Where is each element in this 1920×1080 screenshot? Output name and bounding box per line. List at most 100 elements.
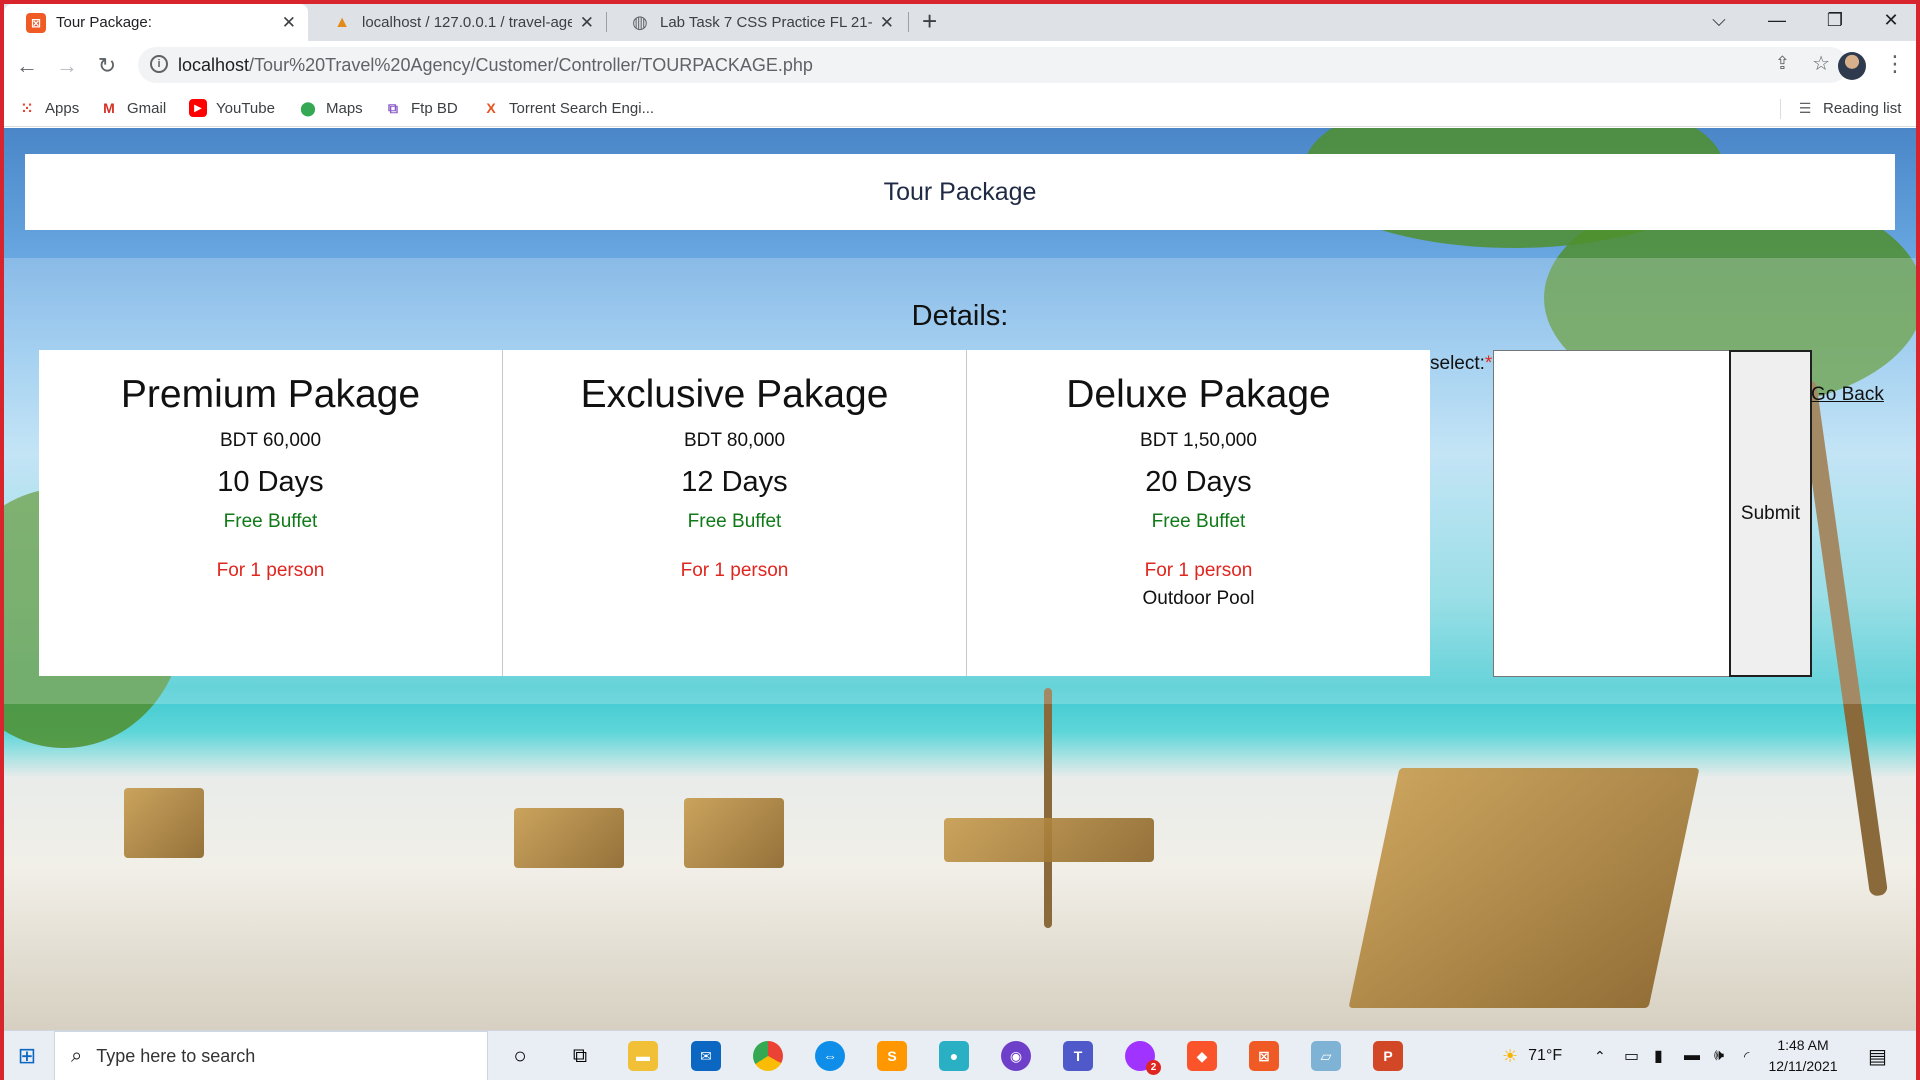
package-price: BDT 60,000 bbox=[219, 430, 322, 451]
xampp-icon[interactable]: ⊠ bbox=[1244, 1031, 1284, 1080]
bookmark-torrent[interactable]: X Torrent Search Engi... bbox=[482, 99, 654, 117]
torrent-x-icon: X bbox=[486, 100, 496, 116]
tab-phpmyadmin[interactable]: ▲ localhost / 127.0.0.1 / travel-agen ✕ bbox=[310, 4, 606, 41]
beach-chair-decoration bbox=[124, 788, 204, 858]
package-perk: Free Buffet bbox=[223, 511, 318, 532]
bookmark-star-icon[interactable]: ☆ bbox=[1812, 51, 1830, 76]
forward-icon[interactable]: → bbox=[51, 50, 83, 82]
chrome-icon[interactable] bbox=[748, 1031, 788, 1080]
cortana-icon[interactable]: ○ bbox=[500, 1031, 540, 1080]
globe-icon: ◍ bbox=[632, 12, 648, 32]
new-tab-icon[interactable]: + bbox=[922, 6, 937, 36]
bookmarks-divider bbox=[1780, 99, 1781, 119]
restore-icon[interactable]: ❐ bbox=[1806, 0, 1864, 41]
browser-toolbar: ← → ↻ i localhost/Tour%20Travel%20Agency… bbox=[0, 41, 1920, 91]
back-icon[interactable]: ← bbox=[11, 50, 43, 82]
reload-icon[interactable]: ↻ bbox=[91, 50, 123, 82]
teams-icon[interactable]: T bbox=[1058, 1031, 1098, 1080]
apps-grid-icon: ⁙ bbox=[21, 99, 33, 116]
xampp-icon: ⊠ bbox=[26, 12, 46, 33]
package-person: For 1 person bbox=[216, 560, 325, 581]
address-url[interactable]: localhost/Tour%20Travel%20Agency/Custome… bbox=[178, 55, 813, 76]
brave-icon[interactable]: ◆ bbox=[1182, 1031, 1222, 1080]
meet-now-icon[interactable]: ▭ bbox=[1624, 1031, 1639, 1080]
wooden-deck-chair-decoration bbox=[1348, 768, 1700, 1008]
page-viewport: Tour Package Details: Premium Pakage BDT… bbox=[4, 128, 1916, 1030]
notepad-icon[interactable]: ▱ bbox=[1306, 1031, 1346, 1080]
beach-chair-decoration bbox=[684, 798, 784, 868]
package-card-exclusive: Exclusive Pakage BDT 80,000 12 Days Free… bbox=[503, 350, 967, 676]
tab-search-icon[interactable]: ⌵ bbox=[1690, 0, 1748, 41]
file-explorer-icon[interactable]: ▬ bbox=[623, 1031, 663, 1080]
close-tab-icon[interactable]: ✕ bbox=[880, 13, 894, 33]
profile-avatar[interactable] bbox=[1838, 52, 1866, 80]
reading-list-button[interactable]: ☰ Reading list bbox=[1796, 99, 1902, 117]
tab-divider bbox=[606, 12, 607, 32]
gmail-icon: M bbox=[103, 100, 115, 116]
package-card-deluxe: Deluxe Pakage BDT 1,50,000 20 Days Free … bbox=[967, 350, 1430, 676]
package-price: BDT 80,000 bbox=[683, 430, 786, 451]
github-icon[interactable]: ◉ bbox=[996, 1031, 1036, 1080]
microphone-icon[interactable]: ▮ bbox=[1654, 1031, 1663, 1080]
beach-chair-decoration bbox=[944, 818, 1154, 862]
umbrella-pole-decoration bbox=[1044, 688, 1052, 928]
close-tab-icon[interactable]: ✕ bbox=[580, 13, 594, 33]
taskbar-search[interactable]: ⌕ Type here to search bbox=[54, 1031, 488, 1080]
screen-recorder-icon[interactable]: ● bbox=[934, 1031, 974, 1080]
tab-divider bbox=[908, 12, 909, 32]
submit-button[interactable]: Submit bbox=[1729, 350, 1812, 677]
search-icon: ⌕ bbox=[71, 1044, 83, 1067]
bookmark-youtube[interactable]: ▶ YouTube bbox=[189, 99, 275, 117]
bookmark-apps[interactable]: ⁙ Apps bbox=[18, 99, 79, 117]
package-days: 12 Days bbox=[681, 466, 788, 498]
volume-icon[interactable]: 🕪 bbox=[1714, 1031, 1724, 1080]
windows-start-icon[interactable]: ⊞ bbox=[0, 1031, 54, 1080]
phpmyadmin-icon: ▲ bbox=[334, 13, 350, 31]
package-select-list[interactable] bbox=[1493, 350, 1730, 677]
package-extra: Outdoor Pool bbox=[1142, 588, 1255, 609]
package-perk: Free Buffet bbox=[687, 511, 782, 532]
messenger-icon[interactable]: 2 bbox=[1120, 1031, 1161, 1080]
weather-widget[interactable]: ☀ 71°F bbox=[1502, 1031, 1562, 1080]
mail-icon[interactable]: ✉ bbox=[686, 1031, 726, 1080]
task-view-icon[interactable]: ⧉ bbox=[560, 1031, 600, 1080]
bookmarks-bar: ⁙ Apps M Gmail ▶ YouTube ⬤ Maps ⧉ Ftp BD… bbox=[0, 91, 1920, 127]
wifi-icon[interactable]: ◜ bbox=[1744, 1031, 1749, 1080]
page-title: Tour Package bbox=[883, 177, 1037, 206]
packages-table: Premium Pakage BDT 60,000 10 Days Free B… bbox=[39, 350, 1430, 676]
taskbar-clock[interactable]: 1:48 AM 12/11/2021 bbox=[1768, 1035, 1838, 1077]
close-window-icon[interactable]: ✕ bbox=[1862, 0, 1920, 41]
tray-chevron-icon[interactable]: ⌃ bbox=[1594, 1031, 1606, 1080]
tab-strip: ⊠ Tour Package: ✕ ▲ localhost / 127.0.0.… bbox=[0, 0, 1920, 41]
notifications-icon[interactable]: ▤ bbox=[1868, 1031, 1887, 1080]
package-days: 10 Days bbox=[217, 466, 324, 498]
package-name: Deluxe Pakage bbox=[1066, 373, 1331, 416]
minimize-icon[interactable]: — bbox=[1748, 0, 1806, 41]
weather-sun-icon: ☀ bbox=[1502, 1045, 1519, 1066]
site-info-icon[interactable]: i bbox=[150, 55, 168, 73]
powerpoint-icon[interactable]: P bbox=[1368, 1031, 1408, 1080]
ftp-icon: ⧉ bbox=[388, 99, 398, 116]
go-back-link[interactable]: Go Back bbox=[1811, 384, 1884, 406]
teamviewer-icon[interactable]: ⇔ bbox=[810, 1031, 850, 1080]
share-icon[interactable]: ⇪ bbox=[1775, 53, 1790, 74]
beach-chair-decoration bbox=[514, 808, 624, 868]
package-name: Exclusive Pakage bbox=[580, 373, 889, 416]
bookmark-gmail[interactable]: M Gmail bbox=[100, 99, 166, 117]
tab-lab-task[interactable]: ◍ Lab Task 7 CSS Practice FL 21-22 ✕ bbox=[608, 4, 906, 41]
tab-tour-package[interactable]: ⊠ Tour Package: ✕ bbox=[4, 4, 308, 41]
sublime-text-icon[interactable]: S bbox=[872, 1031, 912, 1080]
page-header: Tour Package bbox=[25, 154, 1895, 230]
address-bar[interactable]: i localhost/Tour%20Travel%20Agency/Custo… bbox=[138, 47, 1848, 83]
package-perk: Free Buffet bbox=[1151, 511, 1246, 532]
package-person: For 1 person bbox=[1144, 560, 1253, 581]
browser-menu-icon[interactable]: ⋮ bbox=[1884, 51, 1906, 77]
package-days: 20 Days bbox=[1145, 466, 1252, 498]
maps-pin-icon: ⬤ bbox=[300, 99, 316, 116]
windows-taskbar: ⊞ ⌕ Type here to search ○ ⧉ ▬ ✉ ⇔ S ● ◉ … bbox=[0, 1030, 1920, 1080]
close-tab-icon[interactable]: ✕ bbox=[282, 13, 296, 33]
bookmark-ftp-bd[interactable]: ⧉ Ftp BD bbox=[384, 99, 458, 117]
bookmark-maps[interactable]: ⬤ Maps bbox=[299, 99, 363, 117]
battery-icon[interactable]: ▬ bbox=[1684, 1031, 1700, 1080]
package-price: BDT 1,50,000 bbox=[1140, 430, 1257, 451]
